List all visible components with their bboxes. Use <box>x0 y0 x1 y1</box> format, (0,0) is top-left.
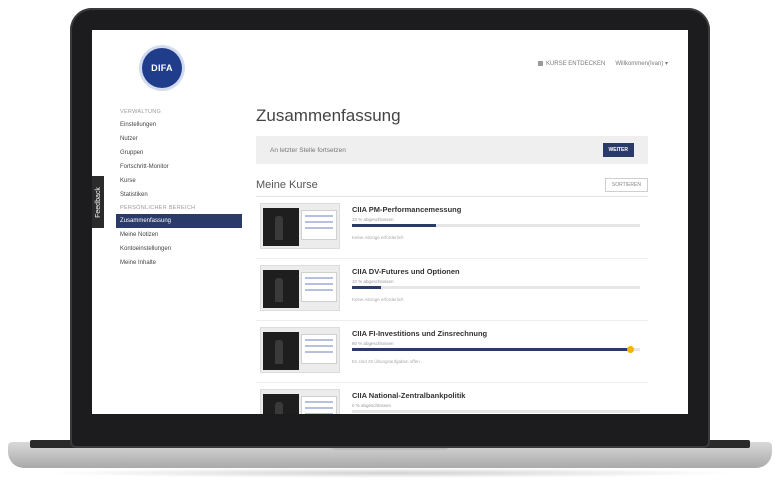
resume-panel: An letzter Stelle fortsetzen WEITER <box>256 136 648 164</box>
course-progress-bar <box>352 224 640 227</box>
sidebar-item-statistiken[interactable]: Statistiken <box>116 188 242 202</box>
sidebar-item-konto[interactable]: Kontoeinstellungen <box>116 242 242 256</box>
course-progress-bar <box>352 410 640 413</box>
course-item[interactable]: CIIA PM-Performancemessung 33 % abgeschl… <box>256 197 648 259</box>
sidebar-item-gruppen[interactable]: Gruppen <box>116 146 242 160</box>
course-name[interactable]: CIIA FI-Investitions und Zinsrechnung <box>352 329 487 338</box>
sidebar-item-notizen[interactable]: Meine Notizen <box>116 228 242 242</box>
sidebar-item-fortschritt[interactable]: Fortschritt-Monitor <box>116 160 242 174</box>
course-thumbnail[interactable] <box>260 203 340 249</box>
sidebar-section-persoenlich: PERSÖNLICHER BEREICH <box>120 205 196 211</box>
header-nav: KURSE ENTDECKEN Willkommen(Ivan) ▾ <box>537 60 668 67</box>
course-thumbnail[interactable] <box>260 327 340 373</box>
laptop-mockup: DIFA KURSE ENTDECKEN Willkommen(Ivan) ▾ … <box>0 0 780 486</box>
course-progress-label: 80 % abgeschlossen <box>352 341 394 346</box>
course-progress-label: 33 % abgeschlossen <box>352 217 394 222</box>
sidebar-item-einstellungen[interactable]: Einstellungen <box>116 118 242 132</box>
kurse-title: Meine Kurse <box>256 179 318 191</box>
sidebar: VERWALTUNG Einstellungen Nutzer Gruppen … <box>116 106 242 270</box>
feedback-tab[interactable]: Feedback <box>92 176 104 228</box>
grid-icon <box>537 61 543 66</box>
course-note: Es sind 26 Übungsaufgaben offen <box>352 359 420 364</box>
course-item[interactable]: CIIA National-Zentralbankpolitik 0 % abg… <box>256 383 648 414</box>
course-name[interactable]: CIIA National-Zentralbankpolitik <box>352 391 465 400</box>
kurse-header: Meine Kurse SORTIEREN <box>256 178 648 192</box>
course-progress-label: 0 % abgeschlossen <box>352 403 392 408</box>
logo-text: DIFA <box>151 63 173 73</box>
weiter-button[interactable]: WEITER <box>602 143 634 157</box>
app-screen: DIFA KURSE ENTDECKEN Willkommen(Ivan) ▾ … <box>92 30 688 414</box>
sort-button[interactable]: SORTIEREN <box>604 178 648 192</box>
progress-fill <box>352 348 632 351</box>
course-progress-bar <box>352 346 640 353</box>
page-title: Zusammenfassung <box>256 106 401 125</box>
course-note: Keine Abzüge erforderlich <box>352 297 404 302</box>
progress-marker <box>627 346 635 353</box>
sidebar-section-verwaltung: VERWALTUNG <box>120 109 162 115</box>
progress-fill <box>352 286 381 289</box>
course-thumbnail[interactable] <box>260 389 340 414</box>
course-note: Keine Abzüge erforderlich <box>352 235 404 240</box>
kurse-entdecken-label: KURSE ENTDECKEN <box>545 60 606 67</box>
progress-fill <box>352 224 436 227</box>
user-menu-label: Willkommen(Ivan) ▾ <box>615 61 668 67</box>
course-thumbnail[interactable] <box>260 265 340 311</box>
course-progress-bar <box>352 286 640 289</box>
user-menu[interactable]: Willkommen(Ivan) ▾ <box>615 60 668 67</box>
difa-logo[interactable]: DIFA <box>142 48 182 88</box>
sidebar-item-zusammenfassung[interactable]: Zusammenfassung <box>116 214 242 228</box>
course-item[interactable]: CIIA FI-Investitions und Zinsrechnung 80… <box>256 321 648 383</box>
course-item[interactable]: CIIA DV-Futures und Optionen 10 % abgesc… <box>256 259 648 321</box>
feedback-label: Feedback <box>94 186 102 218</box>
kurse-entdecken-link[interactable]: KURSE ENTDECKEN <box>537 60 606 67</box>
course-name[interactable]: CIIA PM-Performancemessung <box>352 205 461 214</box>
main-content: Zusammenfassung An letzter Stelle fortse… <box>256 106 648 414</box>
laptop-lid: DIFA KURSE ENTDECKEN Willkommen(Ivan) ▾ … <box>70 8 710 448</box>
laptop-shadow <box>40 468 740 478</box>
resume-text: An letzter Stelle fortsetzen <box>270 146 346 154</box>
sidebar-item-inhalte[interactable]: Meine Inhalte <box>116 256 242 270</box>
course-list: CIIA PM-Performancemessung 33 % abgeschl… <box>256 197 648 414</box>
sidebar-item-nutzer[interactable]: Nutzer <box>116 132 242 146</box>
sidebar-item-kurse[interactable]: Kurse <box>116 174 242 188</box>
course-progress-label: 10 % abgeschlossen <box>352 279 394 284</box>
course-name[interactable]: CIIA DV-Futures und Optionen <box>352 267 460 276</box>
